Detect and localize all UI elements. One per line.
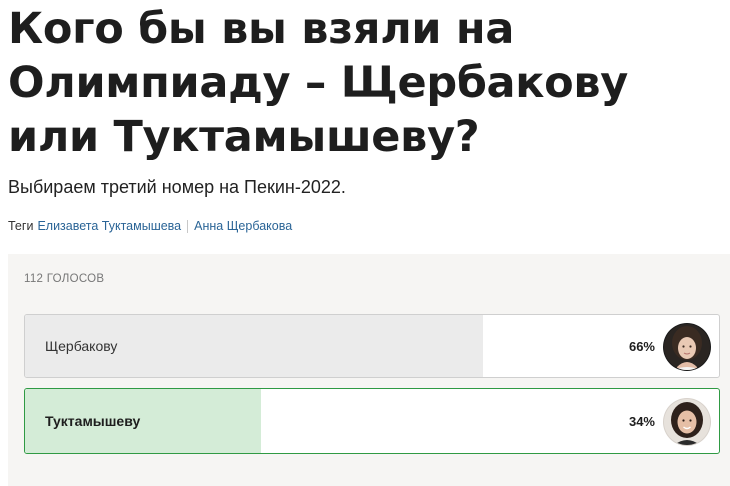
avatar-shcherbakova <box>663 323 711 371</box>
poll-option-label: Туктамышеву <box>45 413 141 429</box>
article-subtitle: Выбираем третий номер на Пекин-2022. <box>8 177 346 197</box>
tags-row: Теги Елизавета Туктамышева Анна Щербаков… <box>8 217 292 235</box>
vote-count: 112 ГОЛОСОВ <box>24 273 105 285</box>
poll-option-percent: 66% <box>628 338 655 354</box>
poll-option-label: Щербакову <box>45 338 118 354</box>
tag-link-shcherbakova[interactable]: Анна Щербакова <box>194 217 292 235</box>
tag-link-tuktamysheva[interactable]: Елизавета Туктамышева <box>37 217 181 235</box>
poll-option-shcherbakova[interactable]: Щербакову 66% <box>24 314 720 378</box>
tag-divider <box>187 219 189 233</box>
poll-option-percent: 34% <box>628 413 655 429</box>
tags-label: Теги <box>8 219 34 233</box>
avatar-tuktamysheva <box>663 398 711 446</box>
article-title: Кого бы вы взяли на Олимпиаду – Щербаков… <box>8 4 629 162</box>
poll-widget: 112 ГОЛОСОВ Щербакову 66% Туктамышеву 34… <box>8 254 730 486</box>
poll-option-tuktamysheva[interactable]: Туктамышеву 34% <box>24 388 720 454</box>
